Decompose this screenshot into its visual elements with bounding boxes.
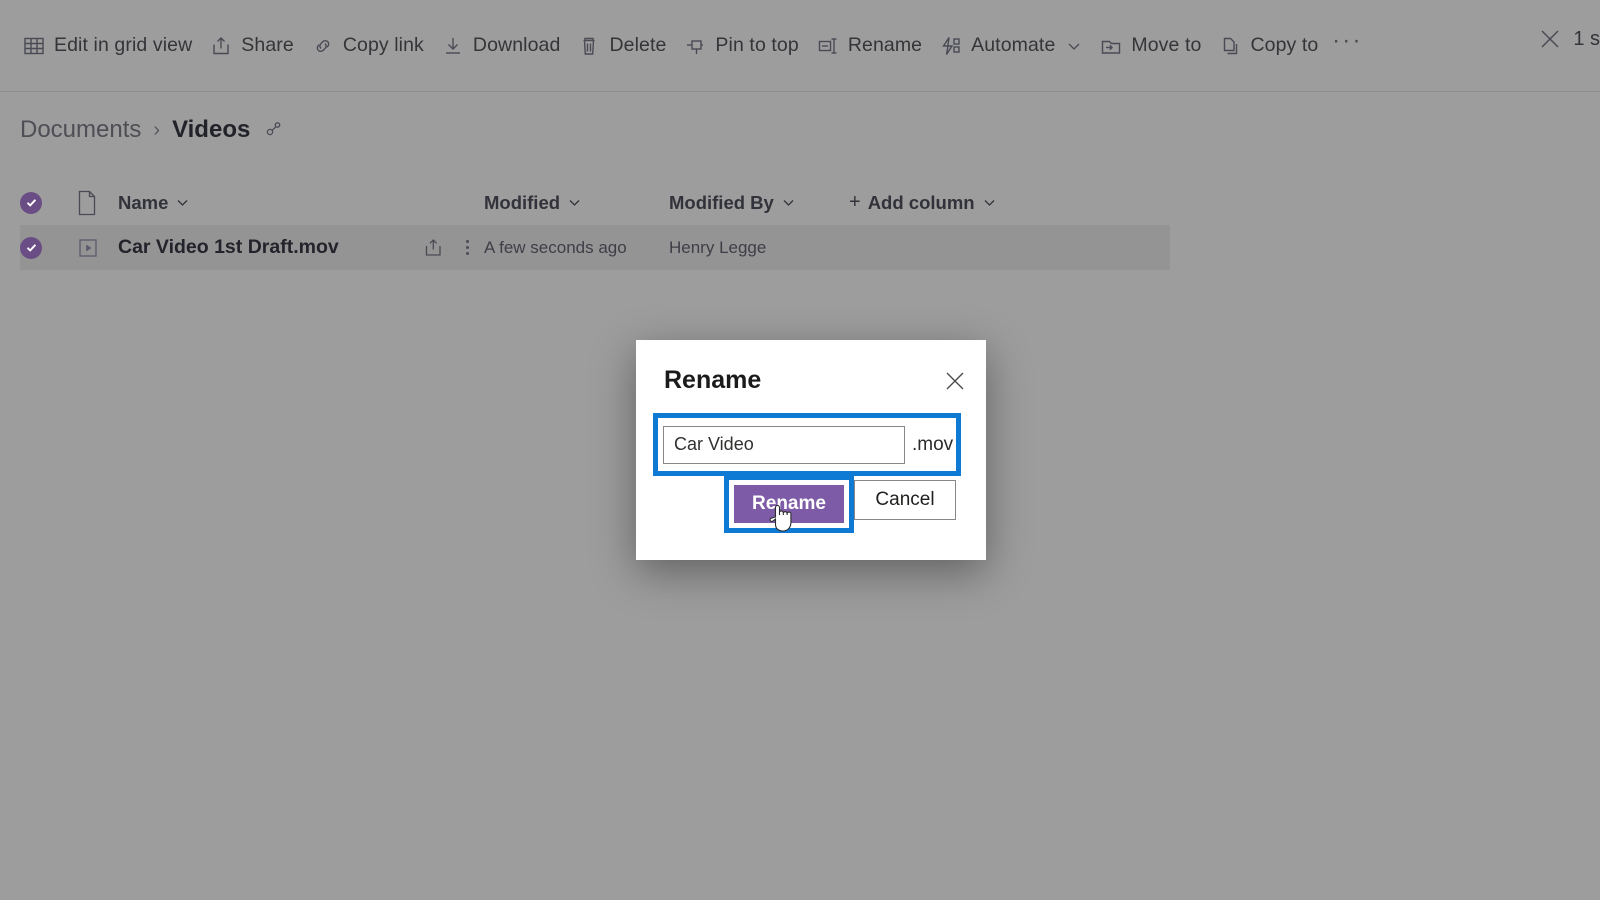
file-type-header-cell [76, 190, 118, 216]
rename-input[interactable] [663, 425, 905, 464]
select-all-cell [20, 191, 76, 214]
add-column-header-cell: + Add column [849, 191, 1170, 214]
copy-to-icon [1219, 35, 1241, 57]
command-label: Delete [609, 34, 667, 56]
command-download[interactable]: Download [433, 24, 570, 68]
row-modified-by-cell: Henry Legge [669, 238, 849, 258]
file-list: Name Modified Modified By + Add column C… [20, 180, 1170, 270]
file-name-link[interactable]: Car Video 1st Draft.mov [118, 236, 339, 259]
row-checkbox[interactable] [20, 236, 42, 259]
chevron-down-icon [982, 195, 997, 210]
sharepoint-document-library-page: Edit in grid view Share Copy link Downlo… [0, 0, 1600, 900]
close-icon[interactable] [942, 368, 968, 394]
name-field-highlight-annotation: .mov [653, 413, 961, 476]
table-row[interactable]: Car Video 1st Draft.mov A few seconds ag… [20, 225, 1170, 270]
column-header-modified-by-label: Modified By [669, 191, 774, 213]
close-icon[interactable] [1537, 26, 1563, 52]
dialog-title: Rename [664, 366, 762, 394]
column-header-name-label: Name [118, 191, 169, 213]
row-modified-value: A few seconds ago [484, 237, 627, 257]
command-pin-to-top[interactable]: Pin to top [675, 24, 807, 68]
people-share-icon[interactable] [264, 120, 284, 140]
document-icon [76, 190, 98, 216]
command-label: Download [472, 34, 561, 56]
row-share-icon[interactable] [416, 237, 450, 258]
rename-confirm-button[interactable]: Rename [732, 483, 846, 525]
add-column-button[interactable]: + Add column [849, 191, 997, 214]
row-modified-cell: A few seconds ago [484, 238, 669, 258]
download-icon [442, 35, 464, 57]
cancel-button[interactable]: Cancel [854, 480, 956, 520]
grid-icon [23, 35, 45, 57]
command-label: Edit in grid view [54, 34, 193, 56]
column-header-modified[interactable]: Modified [484, 192, 582, 214]
breadcrumb: Documents › Videos [20, 116, 284, 144]
command-copy-link[interactable]: Copy link [303, 24, 433, 68]
column-header-modified-label: Modified [484, 191, 561, 213]
command-automate[interactable]: Automate [931, 24, 1091, 68]
breadcrumb-separator: › [153, 118, 161, 141]
rename-icon [817, 35, 839, 57]
modified-header-cell: Modified [484, 192, 669, 214]
column-header-modified-by[interactable]: Modified By [669, 192, 796, 214]
command-label: Pin to top [715, 34, 799, 56]
name-field-row: .mov [658, 418, 956, 471]
row-file-type-cell [76, 236, 118, 260]
command-label: Copy link [342, 34, 424, 56]
plus-icon: + [849, 191, 861, 213]
command-label: Copy to [1250, 34, 1319, 56]
video-file-icon [76, 236, 100, 260]
column-header-name[interactable]: Name [118, 192, 190, 214]
command-copy-to[interactable]: Copy to [1210, 24, 1327, 68]
list-header-row: Name Modified Modified By + Add column [20, 180, 1170, 225]
chevron-down-icon [781, 195, 796, 210]
row-select-cell [20, 236, 76, 259]
name-header-cell: Name [118, 192, 484, 214]
link-icon [312, 35, 334, 57]
selection-count-label: 1 s [1573, 27, 1600, 50]
command-label: Automate [971, 34, 1056, 56]
breadcrumb-item-documents[interactable]: Documents [20, 116, 141, 144]
rename-button-highlight-annotation: Rename [724, 475, 854, 533]
modified-by-header-cell: Modified By [669, 192, 849, 214]
share-icon [210, 35, 232, 57]
breadcrumb-item-videos[interactable]: Videos [172, 116, 250, 144]
command-bar: Edit in grid view Share Copy link Downlo… [0, 0, 1600, 92]
file-extension-label: .mov [912, 433, 954, 455]
selection-status: 1 s [1537, 26, 1600, 52]
command-overflow-button[interactable]: ··· [1327, 26, 1367, 66]
row-name-cell: Car Video 1st Draft.mov [118, 236, 484, 259]
command-share[interactable]: Share [201, 24, 303, 68]
command-label: Move to [1131, 34, 1202, 56]
command-delete[interactable]: Delete [569, 24, 675, 68]
command-move-to[interactable]: Move to [1091, 24, 1210, 68]
chevron-down-icon [1066, 38, 1082, 54]
pin-icon [684, 35, 706, 57]
command-label: Share [241, 34, 294, 56]
chevron-down-icon [175, 195, 190, 210]
move-to-icon [1100, 35, 1122, 57]
chevron-down-icon [567, 195, 582, 210]
command-edit-in-grid-view[interactable]: Edit in grid view [14, 24, 201, 68]
command-label: Rename [847, 34, 923, 56]
rename-dialog: Rename .mov Rename Cancel [636, 340, 986, 560]
row-more-vertical-icon[interactable] [450, 237, 484, 258]
command-rename[interactable]: Rename [808, 24, 931, 68]
automate-icon [940, 35, 962, 57]
select-all-checkbox[interactable] [20, 191, 42, 214]
add-column-label: Add column [867, 191, 975, 213]
row-modified-by-value: Henry Legge [669, 237, 767, 257]
trash-icon [578, 35, 600, 57]
